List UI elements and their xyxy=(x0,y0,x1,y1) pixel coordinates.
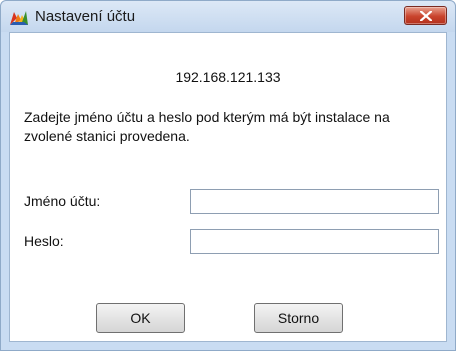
avg-logo-icon xyxy=(10,9,28,25)
cancel-button[interactable]: Storno xyxy=(254,303,343,333)
title-bar[interactable]: Nastavení účtu xyxy=(1,1,455,32)
dialog-body: 192.168.121.133 Zadejte jméno účtu a hes… xyxy=(9,32,447,342)
close-button[interactable] xyxy=(404,6,447,25)
password-field[interactable] xyxy=(190,229,439,254)
window-title: Nastavení účtu xyxy=(35,8,136,25)
account-name-label: Jméno účtu: xyxy=(24,193,101,209)
dialog-window: Nastavení účtu 192.168.121.133 Zadejte j… xyxy=(0,0,456,351)
station-ip-address: 192.168.121.133 xyxy=(175,69,281,85)
password-label: Heslo: xyxy=(24,233,64,249)
instruction-text: Zadejte jméno účtu a heslo pod kterým má… xyxy=(24,109,390,144)
ok-button[interactable]: OK xyxy=(96,303,185,333)
close-icon xyxy=(420,11,432,21)
account-name-field[interactable] xyxy=(190,189,439,214)
